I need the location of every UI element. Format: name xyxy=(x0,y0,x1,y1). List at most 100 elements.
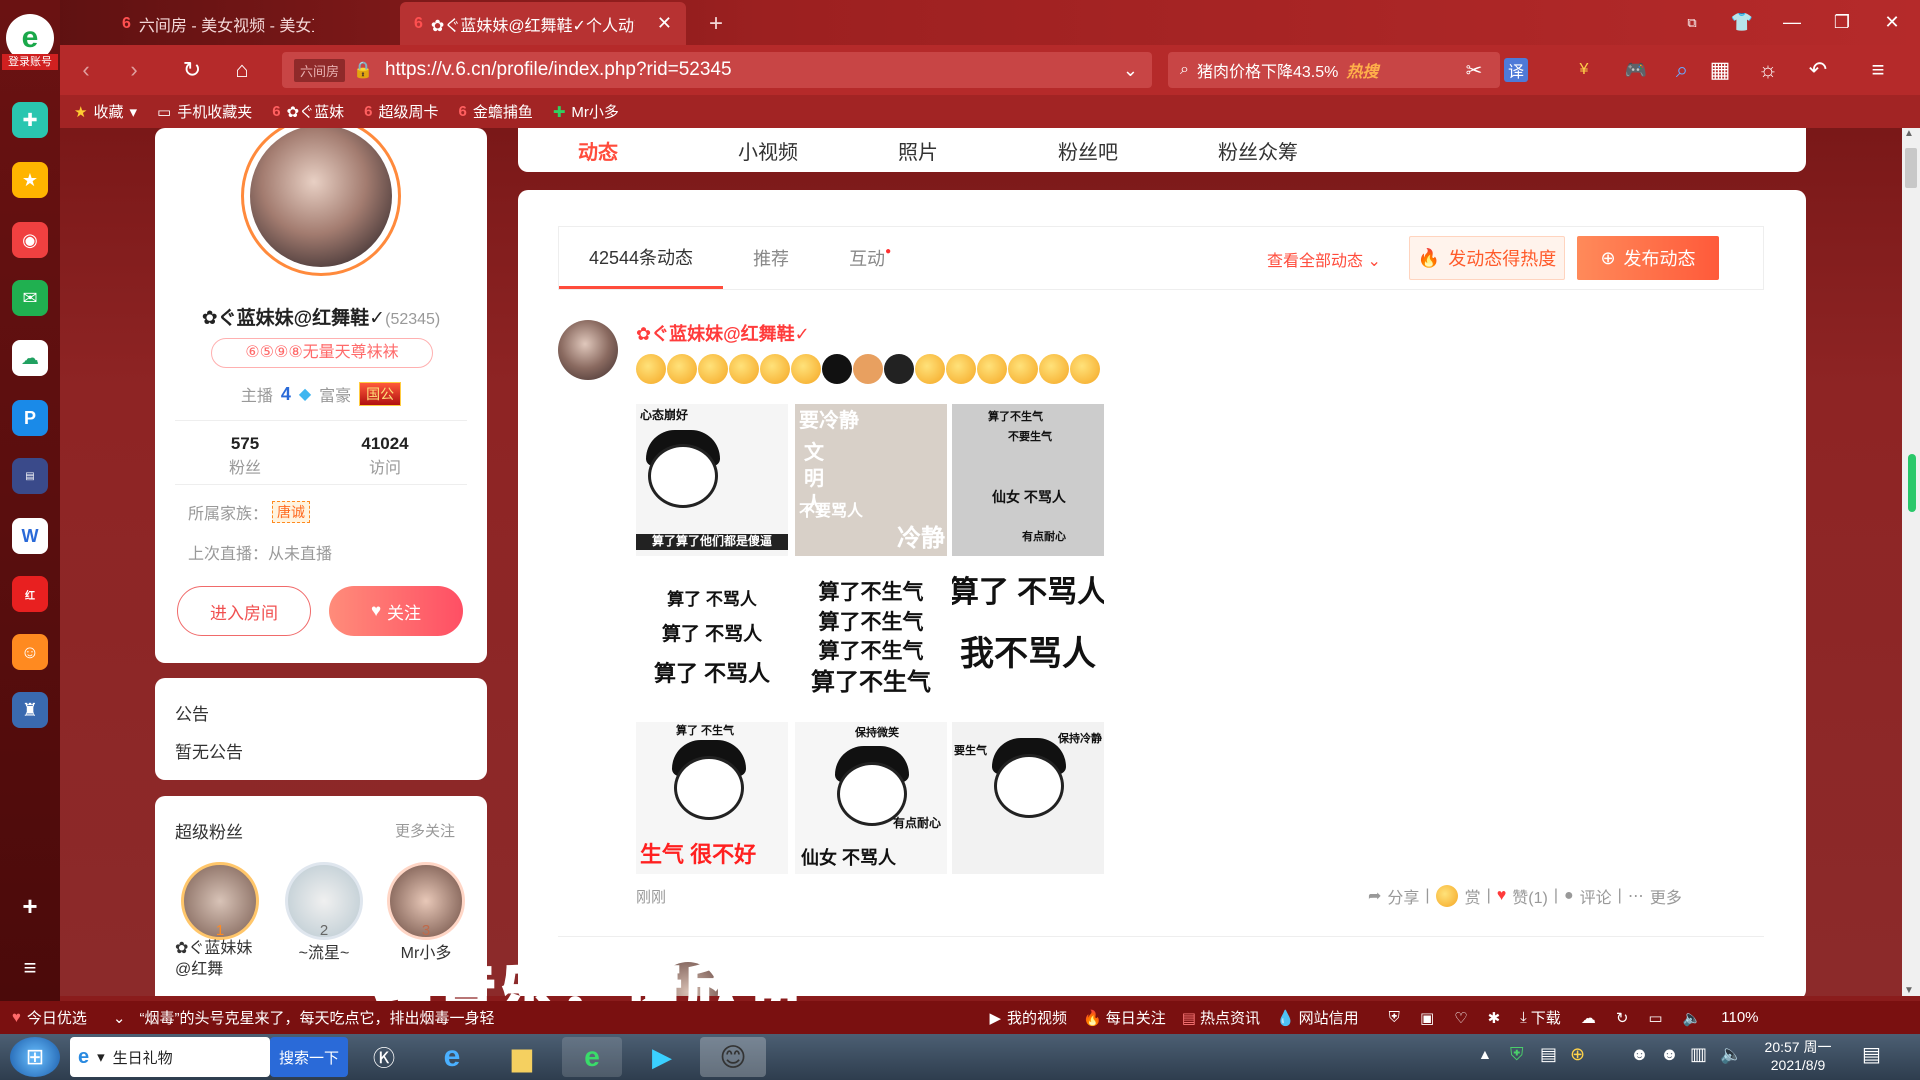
today-picks[interactable]: 今日优选 xyxy=(27,1007,87,1028)
document-icon[interactable]: W xyxy=(12,518,48,554)
bookmark-lanmeimei[interactable]: 6 ✿ぐ蓝妹 xyxy=(272,101,344,122)
skin-icon[interactable]: 👕 xyxy=(1716,0,1768,45)
notification-icon[interactable]: ▤ xyxy=(1862,1042,1881,1067)
menu-icon[interactable]: ≡ xyxy=(1860,53,1896,87)
p-icon[interactable]: P xyxy=(12,400,48,436)
meme-image-1[interactable]: 心态崩好 算了算了他们都是傻逼 xyxy=(636,404,788,556)
magnifier-icon[interactable]: ⌕ xyxy=(1664,53,1700,87)
zoom-level[interactable]: 110% xyxy=(1721,1009,1758,1026)
xiaohongshu-icon[interactable]: 红 xyxy=(12,576,48,612)
ie-icon[interactable]: e xyxy=(424,1037,480,1077)
image-icon[interactable]: ▣ xyxy=(1420,1009,1434,1027)
nav-fan-club[interactable]: 粉丝吧 xyxy=(1058,136,1218,165)
publish-button[interactable]: ⊕ 发布动态 xyxy=(1577,236,1719,280)
enter-room-button[interactable]: 进入房间 xyxy=(177,586,311,636)
home-icon[interactable]: ⌂ xyxy=(224,53,260,87)
bookmark-mobile[interactable]: ▭ 手机收藏夹 xyxy=(157,101,252,122)
translate-icon[interactable]: 译 xyxy=(1504,58,1528,82)
heart-outline-icon[interactable]: ♡ xyxy=(1454,1009,1467,1027)
my-video-link[interactable]: 我的视频 xyxy=(1007,1007,1067,1028)
mail-icon[interactable]: ✉ xyxy=(12,280,48,316)
game-icon[interactable]: 🎮 xyxy=(1618,53,1654,87)
download-link[interactable]: 下载 xyxy=(1531,1007,1561,1028)
new-tab-button[interactable]: + xyxy=(695,2,737,45)
view-all-dropdown[interactable]: 查看全部动态 ⌄ xyxy=(1267,247,1381,271)
start-button[interactable]: ⊞ xyxy=(10,1037,60,1077)
clock[interactable]: 20:57 周一 2021/8/9 xyxy=(1756,1038,1840,1074)
meme-image-7[interactable]: 算了 不生气 生气 很不好 xyxy=(636,722,788,874)
address-bar[interactable]: 六间房 🔒 https://v.6.cn/profile/index.php?r… xyxy=(282,52,1152,88)
tab-interaction[interactable]: 互动 ● xyxy=(819,227,921,289)
meme-image-3[interactable]: 算了不生气 不要生气 仙女 不骂人 有点耐心 xyxy=(952,404,1104,556)
super-fan-2[interactable]: 2 ~流星~ xyxy=(279,862,369,963)
daily-follow-link[interactable]: 每日关注 xyxy=(1106,1007,1166,1028)
plus-circle-icon[interactable]: ⊕ xyxy=(1570,1044,1585,1065)
follow-button[interactable]: ♥ 关注 xyxy=(329,586,463,636)
post-author-name[interactable]: ✿ぐ蓝妹妹@红舞鞋✓ xyxy=(636,320,810,346)
site-credit-link[interactable]: 网站信用 xyxy=(1299,1007,1359,1028)
meme-image-4[interactable]: 算了 不骂人 算了 不骂人 算了 不骂人 xyxy=(636,563,788,715)
puzzle-icon[interactable]: ✱ xyxy=(1488,1009,1501,1027)
folder-icon[interactable]: ▆ xyxy=(494,1037,550,1077)
shield-icon[interactable]: ⛨ xyxy=(1510,1044,1524,1065)
network-icon[interactable]: ▥ xyxy=(1690,1044,1707,1065)
side-widget-handle[interactable] xyxy=(1908,454,1916,512)
login-button[interactable]: 登录账号 xyxy=(2,54,58,70)
back-icon[interactable]: ‹ xyxy=(68,53,104,87)
close-tab-icon[interactable]: ✕ xyxy=(657,13,672,34)
restore-button[interactable]: ❐ xyxy=(1816,0,1868,45)
hot-news-link[interactable]: 热点资讯 xyxy=(1200,1007,1260,1028)
tab-liujianfang[interactable]: 6 六间房 - 美女视频 - 美女直播 xyxy=(108,2,328,45)
tab-count-icon[interactable]: ⧉ xyxy=(1666,0,1718,45)
super-fan-1[interactable]: 1 ✿ぐ蓝妹妹@红舞 xyxy=(175,862,265,981)
brightness-icon[interactable]: ☼ xyxy=(1750,53,1786,87)
page-scrollbar[interactable]: ▲ ▼ xyxy=(1902,128,1920,996)
nav-crowdfunding[interactable]: 粉丝众筹 xyxy=(1218,136,1378,165)
search-box[interactable]: ⌕ 猪肉价格下降43.5% 热搜 xyxy=(1168,52,1500,88)
game-character-icon[interactable]: ☺ xyxy=(12,634,48,670)
player-icon[interactable]: ▶ xyxy=(632,1037,692,1077)
close-button[interactable]: ✕ xyxy=(1866,0,1918,45)
speaker-icon[interactable]: 🔈 xyxy=(1720,1044,1742,1065)
forward-icon[interactable]: › xyxy=(116,53,152,87)
cloud-icon[interactable]: ☁ xyxy=(12,340,48,376)
fans-stat[interactable]: 575 粉丝 xyxy=(195,434,295,478)
meme-image-8[interactable]: 保持微笑 有点耐心 仙女 不骂人 xyxy=(795,722,947,874)
share-button[interactable]: 分享 xyxy=(1387,884,1419,908)
bookmark-mrxiaoduo[interactable]: ✚ Mr小多 xyxy=(553,101,619,122)
tab-dynamics-count[interactable]: 42544条动态 xyxy=(559,227,724,289)
url-text[interactable]: https://v.6.cn/profile/index.php?rid=523… xyxy=(385,59,732,81)
weibo-icon[interactable]: ◉ xyxy=(12,222,48,258)
refresh-icon[interactable]: ↻ xyxy=(174,53,210,87)
family-badge[interactable]: 唐诚 xyxy=(272,501,311,523)
refresh-icon[interactable]: ↻ xyxy=(1616,1009,1629,1027)
scroll-up-icon[interactable]: ▲ xyxy=(1904,128,1914,139)
star-icon[interactable]: ★ xyxy=(12,162,48,198)
plus-circle-icon[interactable]: ✚ xyxy=(12,102,48,138)
news-ticker[interactable]: “烟毒”的头号克星来了，每天吃点它，排出烟毒一身轻 xyxy=(140,1007,540,1028)
browser-task-icon[interactable]: e xyxy=(562,1037,622,1077)
qq-icon[interactable]: ☻ xyxy=(1660,1044,1679,1065)
tab-recommend[interactable]: 推荐 xyxy=(723,227,819,289)
window-icon[interactable]: ▭ xyxy=(1648,1009,1662,1027)
castle-icon[interactable]: ♜ xyxy=(12,692,48,728)
cloud-icon[interactable]: ☁ xyxy=(1581,1009,1596,1027)
app-task-icon[interactable]: 😊 xyxy=(700,1037,766,1077)
chevron-down-icon[interactable]: ⌄ xyxy=(113,1009,126,1027)
avatar[interactable] xyxy=(241,128,401,276)
taskbar-search-input[interactable]: e ▾ 生日礼物 xyxy=(70,1037,270,1077)
kugou-icon[interactable]: Ⓚ xyxy=(356,1037,412,1077)
bookmark-super-weekly[interactable]: 6 超级周卡 xyxy=(364,101,438,122)
more-follow-link[interactable]: 更多关注 xyxy=(395,820,455,841)
meme-image-2[interactable]: 要冷静 文明人 不要骂人 冷静 xyxy=(795,404,947,556)
undo-icon[interactable]: ↶ xyxy=(1800,53,1836,87)
game-news-icon[interactable]: ▤ xyxy=(12,458,48,494)
tab-profile[interactable]: 6 ✿ぐ蓝妹妹@红舞鞋✓个人动态 ✕ xyxy=(400,2,686,45)
list-icon[interactable]: ≡ xyxy=(12,950,48,986)
reward-button[interactable]: 赏 xyxy=(1465,884,1481,908)
chevron-down-icon[interactable]: ⌄ xyxy=(1123,60,1138,81)
meme-image-9[interactable]: 要生气 保持冷静 xyxy=(952,722,1104,874)
meme-image-6[interactable]: 算了 不骂人 我不骂人 xyxy=(952,563,1104,715)
scrollbar-thumb[interactable] xyxy=(1905,148,1917,188)
post-author-avatar[interactable] xyxy=(558,320,618,380)
